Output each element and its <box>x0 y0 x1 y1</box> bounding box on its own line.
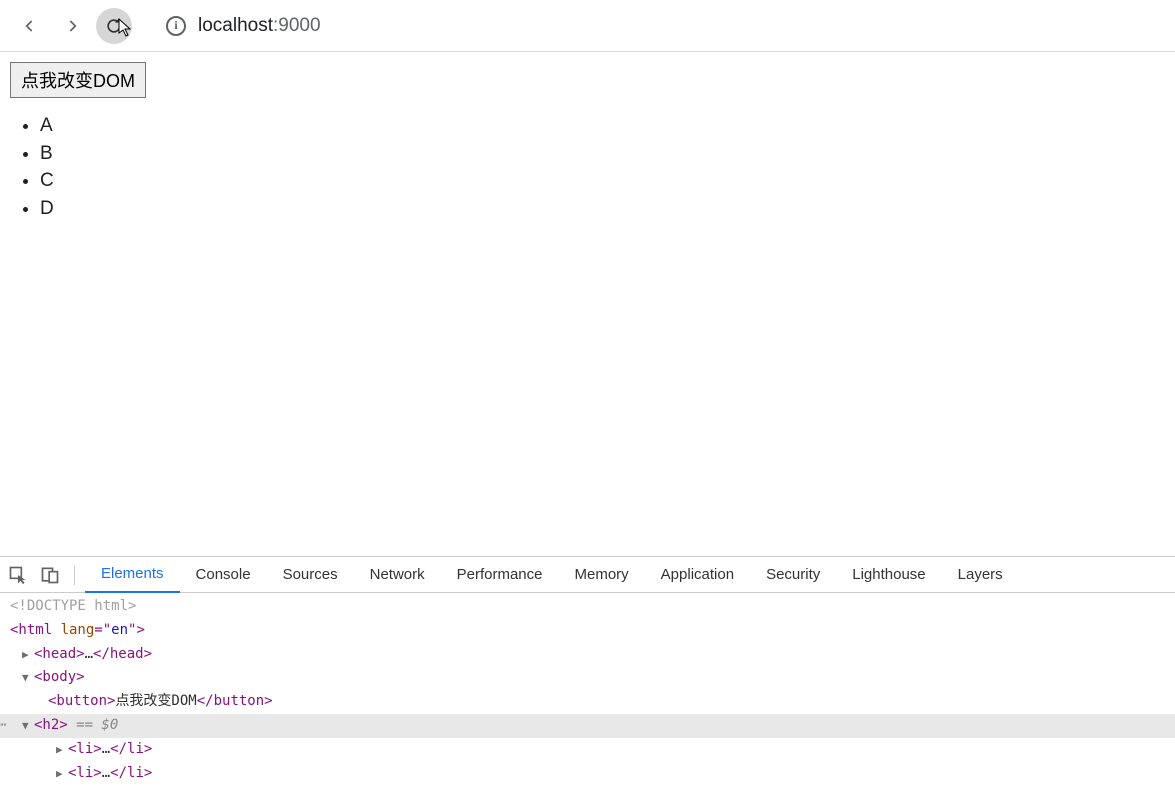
dom-li[interactable]: ▶<li>…</li> <box>0 738 1175 762</box>
back-button[interactable] <box>12 8 48 44</box>
dom-body-open[interactable]: ▼<body> <box>0 666 1175 690</box>
tab-sources[interactable]: Sources <box>267 557 354 593</box>
refresh-button[interactable] <box>96 8 132 44</box>
arrow-right-icon <box>62 16 82 36</box>
browser-toolbar: i localhost:9000 <box>0 0 1175 52</box>
list-item: D <box>40 195 1165 223</box>
forward-button[interactable] <box>54 8 90 44</box>
device-toggle-icon[interactable] <box>40 565 60 585</box>
tab-memory[interactable]: Memory <box>559 557 645 593</box>
dom-li[interactable]: ▶<li>…</li> <box>0 762 1175 786</box>
devtools-panel: Elements Console Sources Network Perform… <box>0 556 1175 806</box>
page-content: 点我改变DOM A B C D <box>0 52 1175 556</box>
tab-application[interactable]: Application <box>645 557 750 593</box>
info-icon: i <box>166 16 186 36</box>
tab-console[interactable]: Console <box>180 557 267 593</box>
inspect-icon[interactable] <box>8 565 28 585</box>
dom-doctype[interactable]: <!DOCTYPE html> <box>0 595 1175 619</box>
list-item: C <box>40 167 1165 195</box>
tab-network[interactable]: Network <box>354 557 441 593</box>
dom-h2-selected[interactable]: ▼<h2> == $0 <box>0 714 1175 738</box>
arrow-left-icon <box>20 16 40 36</box>
change-dom-button[interactable]: 点我改变DOM <box>10 62 146 98</box>
devtools-tabbar: Elements Console Sources Network Perform… <box>0 557 1175 593</box>
dom-button[interactable]: <button>点我改变DOM</button> <box>0 690 1175 714</box>
dom-head[interactable]: ▶<head>…</head> <box>0 643 1175 667</box>
list-item: B <box>40 140 1165 168</box>
tab-elements[interactable]: Elements <box>85 557 180 593</box>
page-list: A B C D <box>10 112 1165 222</box>
divider <box>74 565 75 585</box>
dom-html-open[interactable]: <html lang="en"> <box>0 619 1175 643</box>
refresh-icon <box>104 16 124 36</box>
tab-security[interactable]: Security <box>750 557 836 593</box>
url-text: localhost:9000 <box>198 15 321 37</box>
address-bar[interactable]: i localhost:9000 <box>166 15 321 37</box>
devtools-elements-tree[interactable]: <!DOCTYPE html> <html lang="en"> ▶<head>… <box>0 593 1175 806</box>
tab-lighthouse[interactable]: Lighthouse <box>836 557 941 593</box>
list-item: A <box>40 112 1165 140</box>
tab-performance[interactable]: Performance <box>441 557 559 593</box>
tab-layers[interactable]: Layers <box>942 557 1019 593</box>
